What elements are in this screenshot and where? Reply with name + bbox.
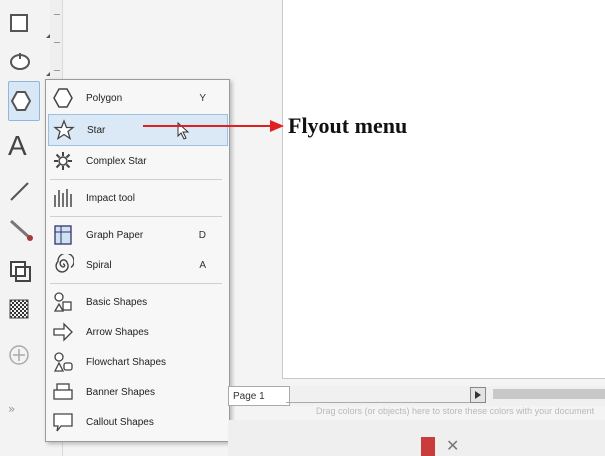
- page-tab[interactable]: Page 1: [228, 386, 290, 406]
- status-strip: [228, 420, 605, 456]
- no-fill-icon[interactable]: ✕: [446, 436, 459, 455]
- color-docker-hint: Drag colors (or objects) here to store t…: [316, 406, 595, 416]
- annotation-label: Flyout menu: [288, 113, 408, 138]
- scroll-thumb[interactable]: [493, 389, 605, 399]
- scroll-right-button[interactable]: [470, 387, 486, 403]
- chevron-right-icon: [475, 391, 481, 399]
- horizontal-scrollbar-track[interactable]: [286, 388, 471, 403]
- color-swatch[interactable]: [421, 437, 435, 456]
